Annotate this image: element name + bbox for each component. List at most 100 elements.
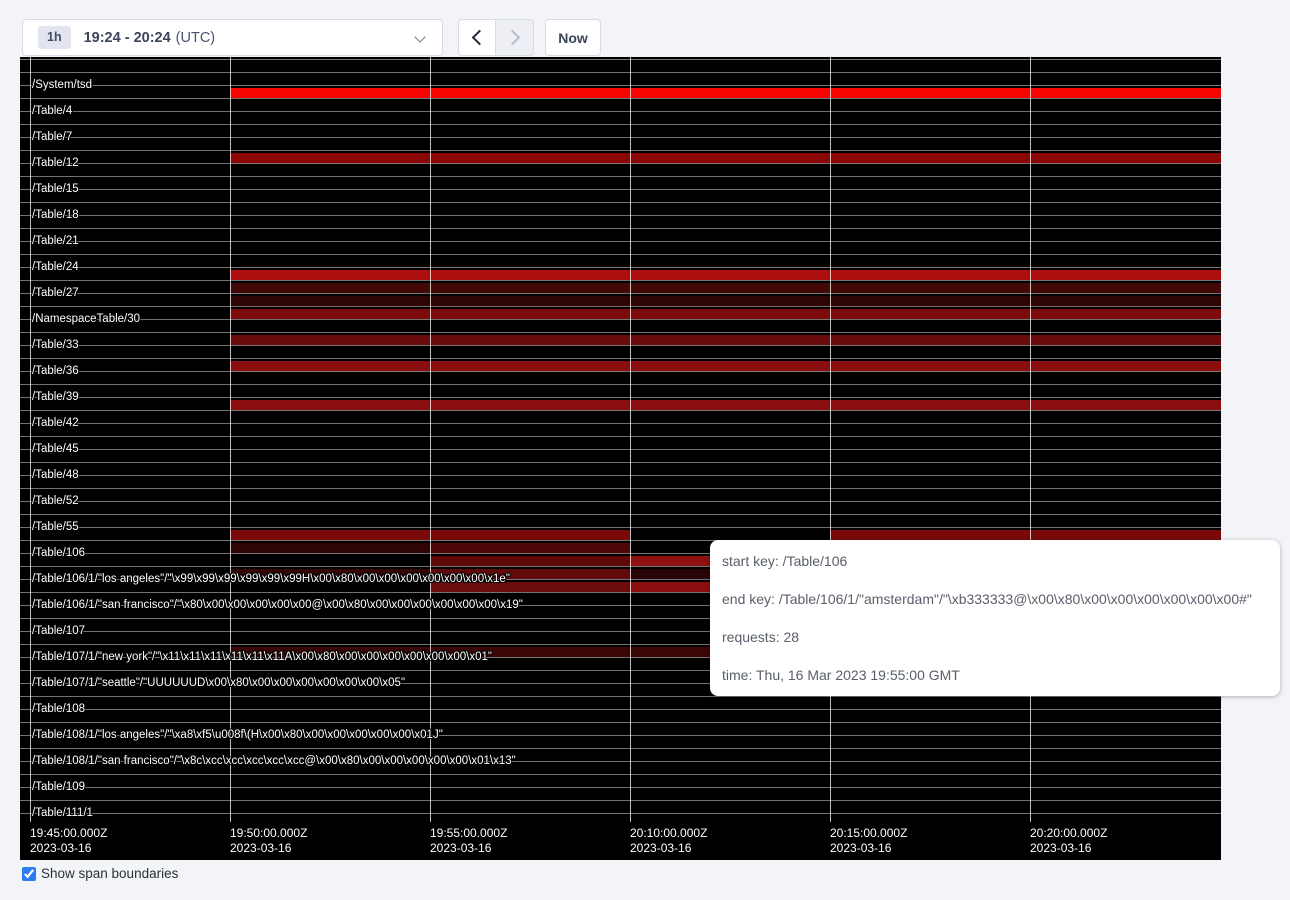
x-axis-tick: 20:15:00.000Z2023-03-16 bbox=[830, 826, 907, 856]
span-boundary-line bbox=[20, 371, 1221, 372]
tooltip-start-key: start key: /Table/106 bbox=[722, 542, 1280, 580]
chevron-right-icon bbox=[505, 30, 521, 46]
time-column-line bbox=[1030, 57, 1031, 822]
span-boundary-line bbox=[20, 228, 1221, 229]
next-time-button-disabled[interactable] bbox=[496, 19, 534, 56]
key-row-label: /Table/111/1 bbox=[32, 807, 93, 820]
x-axis-tick: 19:55:00.000Z2023-03-16 bbox=[430, 826, 507, 856]
time-nav-group bbox=[458, 19, 534, 56]
span-boundary-line bbox=[20, 280, 1221, 281]
span-boundary-line bbox=[20, 527, 1221, 528]
key-row-label: /Table/109 bbox=[32, 781, 85, 794]
span-boundary-line bbox=[20, 98, 1221, 99]
key-row-label: /Table/107/1/"seattle"/"UUUUUUD\x00\x80\… bbox=[32, 677, 405, 690]
span-boundary-line bbox=[20, 748, 1221, 749]
span-boundary-line bbox=[20, 111, 1221, 112]
key-row-label: /Table/55 bbox=[32, 521, 79, 534]
span-boundary-line bbox=[20, 514, 1221, 515]
key-row-label: /Table/107 bbox=[32, 625, 85, 638]
heat-band bbox=[830, 530, 1221, 540]
key-row-label: /Table/12 bbox=[32, 157, 79, 170]
span-boundary-line bbox=[20, 410, 1221, 411]
key-row-label: /Table/4 bbox=[32, 105, 72, 118]
key-row-label: /Table/106/1/"los angeles"/"\x99\x99\x99… bbox=[32, 573, 510, 586]
tooltip-time: time: Thu, 16 Mar 2023 19:55:00 GMT bbox=[722, 656, 1280, 694]
x-axis-tick-time: 19:55:00.000Z bbox=[430, 826, 507, 841]
now-button[interactable]: Now bbox=[545, 19, 601, 56]
heat-band bbox=[230, 400, 1221, 410]
keyvis-canvas[interactable]: /System/tsd/Table/4/Table/7/Table/12/Tab… bbox=[20, 57, 1221, 860]
span-boundary-line bbox=[20, 384, 1221, 385]
span-boundary-line bbox=[20, 475, 1221, 476]
span-boundary-line bbox=[20, 813, 1221, 814]
span-boundary-line bbox=[20, 423, 1221, 424]
time-column-line bbox=[230, 57, 231, 822]
chevron-down-icon bbox=[414, 31, 425, 42]
heat-band bbox=[430, 543, 630, 553]
key-row-label: /NamespaceTable/30 bbox=[32, 313, 140, 326]
heat-band bbox=[230, 309, 1221, 319]
key-row-label: /Table/108 bbox=[32, 703, 85, 716]
key-row-label: /Table/107/1/"new york"/"\x11\x11\x11\x1… bbox=[32, 651, 492, 664]
x-axis-tick-date: 2023-03-16 bbox=[1030, 841, 1107, 856]
key-row-label: /Table/21 bbox=[32, 235, 79, 248]
span-boundary-line bbox=[20, 436, 1221, 437]
key-row-label: /Table/108/1/"san francisco"/"\x8c\xcc\x… bbox=[32, 755, 516, 768]
heat-band bbox=[230, 296, 1221, 306]
time-range-preset-badge: 1h bbox=[38, 26, 71, 49]
span-boundary-line bbox=[20, 137, 1221, 138]
span-boundary-line bbox=[20, 449, 1221, 450]
span-boundary-line bbox=[20, 774, 1221, 775]
span-boundary-line bbox=[20, 501, 1221, 502]
span-boundary-line bbox=[20, 293, 1221, 294]
key-row-label: /Table/39 bbox=[32, 391, 79, 404]
key-row-label: /Table/42 bbox=[32, 417, 79, 430]
key-row-label: /Table/36 bbox=[32, 365, 79, 378]
keyvis-tooltip: start key: /Table/106 end key: /Table/10… bbox=[710, 540, 1280, 696]
span-boundary-line bbox=[20, 397, 1221, 398]
span-boundary-line bbox=[20, 800, 1221, 801]
span-boundary-line bbox=[20, 202, 1221, 203]
show-span-boundaries-checkbox[interactable] bbox=[22, 867, 36, 881]
span-boundary-line bbox=[20, 696, 1221, 697]
x-axis-tick-date: 2023-03-16 bbox=[830, 841, 907, 856]
span-boundary-line bbox=[20, 462, 1221, 463]
span-boundary-line bbox=[20, 319, 1221, 320]
prev-time-button[interactable] bbox=[458, 19, 496, 56]
span-boundaries-control: Show span boundaries bbox=[22, 866, 178, 881]
span-boundary-line bbox=[20, 215, 1221, 216]
span-boundary-line bbox=[20, 150, 1221, 151]
span-boundary-line bbox=[20, 176, 1221, 177]
heat-band bbox=[230, 335, 1221, 345]
span-boundary-line bbox=[20, 163, 1221, 164]
span-boundary-line bbox=[20, 85, 1221, 86]
key-row-label: /Table/24 bbox=[32, 261, 79, 274]
span-boundary-line bbox=[20, 254, 1221, 255]
x-axis-tick-date: 2023-03-16 bbox=[30, 841, 107, 856]
x-axis-tick-date: 2023-03-16 bbox=[630, 841, 707, 856]
key-row-label: /Table/48 bbox=[32, 469, 79, 482]
key-row-label: /Table/27 bbox=[32, 287, 79, 300]
span-boundary-line bbox=[20, 267, 1221, 268]
key-row-label: /Table/33 bbox=[32, 339, 79, 352]
heat-band bbox=[430, 556, 630, 566]
show-span-boundaries-label: Show span boundaries bbox=[41, 866, 178, 881]
key-row-label: /Table/15 bbox=[32, 183, 79, 196]
time-column-line bbox=[30, 57, 31, 822]
heat-band bbox=[230, 88, 1221, 98]
span-boundary-line bbox=[20, 189, 1221, 190]
x-axis-tick-date: 2023-03-16 bbox=[230, 841, 307, 856]
span-boundary-line bbox=[20, 787, 1221, 788]
key-row-label: /Table/7 bbox=[32, 131, 72, 144]
heat-band bbox=[230, 270, 1221, 280]
key-row-label: /System/tsd bbox=[32, 79, 92, 92]
tooltip-requests: requests: 28 bbox=[722, 618, 1280, 656]
time-range-label: 19:24 - 20:24 bbox=[84, 30, 171, 46]
heat-band bbox=[230, 543, 430, 553]
x-axis-tick-time: 20:10:00.000Z bbox=[630, 826, 707, 841]
time-range-selector[interactable]: 1h 19:24 - 20:24 (UTC) bbox=[22, 19, 443, 56]
heat-band bbox=[230, 361, 1221, 371]
x-axis-tick-time: 20:15:00.000Z bbox=[830, 826, 907, 841]
time-column-line bbox=[830, 57, 831, 822]
span-boundary-line bbox=[20, 306, 1221, 307]
